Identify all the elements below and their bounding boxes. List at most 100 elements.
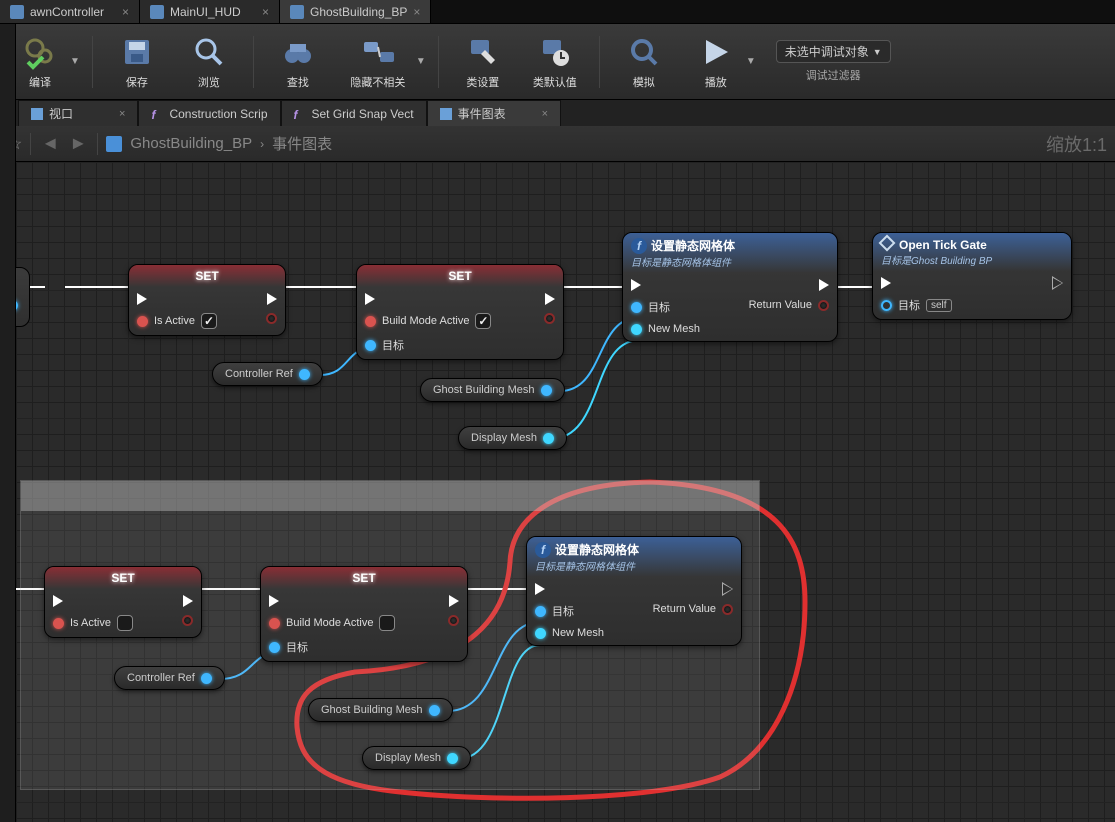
- object-out-pin[interactable]: [447, 753, 458, 764]
- nav-back-button[interactable]: ◄: [39, 133, 61, 155]
- node-set-static-mesh[interactable]: f设置静态网格体 目标是静态网格体组件 目标 New Mesh Return V…: [622, 232, 838, 342]
- chevron-down-icon[interactable]: ▼: [416, 56, 426, 67]
- node-open-tick-gate[interactable]: Open Tick Gate 目标是Ghost Building BP 目标 s…: [872, 232, 1072, 320]
- bool-in-pin[interactable]: [137, 316, 148, 327]
- tab-event-graph[interactable]: 事件图表 ×: [427, 100, 561, 126]
- bool-out-pin[interactable]: [448, 615, 459, 626]
- breadcrumb-blueprint[interactable]: GhostBuilding_BP: [130, 135, 252, 152]
- breadcrumb-graph[interactable]: 事件图表: [272, 133, 332, 154]
- bool-in-pin[interactable]: [53, 618, 64, 629]
- node-title: SET: [129, 265, 285, 287]
- exec-out-pin[interactable]: [449, 595, 459, 607]
- exec-out-pin[interactable]: [1053, 277, 1063, 289]
- tab-set-grid-snap[interactable]: f Set Grid Snap Vect: [281, 100, 427, 126]
- bool-in-pin[interactable]: [269, 618, 280, 629]
- object-in-pin[interactable]: [631, 324, 642, 335]
- simulate-button[interactable]: 模拟: [612, 30, 676, 94]
- exec-out-pin[interactable]: [267, 293, 277, 305]
- close-icon[interactable]: ×: [262, 5, 269, 19]
- class-defaults-button[interactable]: 类默认值: [523, 30, 587, 94]
- variable-ghost-building-mesh-2[interactable]: Ghost Building Mesh: [308, 698, 453, 722]
- object-in-pin[interactable]: [535, 606, 546, 617]
- comment-header[interactable]: [21, 481, 759, 511]
- object-in-pin[interactable]: [631, 302, 642, 313]
- binoculars-icon: [280, 34, 316, 70]
- exec-in-pin[interactable]: [881, 277, 891, 289]
- function-icon: f: [151, 108, 163, 120]
- exec-in-pin[interactable]: [137, 293, 147, 305]
- close-icon[interactable]: ×: [413, 5, 420, 19]
- file-tab-mainui[interactable]: MainUI_HUD ×: [140, 0, 280, 23]
- class-settings-button[interactable]: 类设置: [451, 30, 515, 94]
- node-title-text: Open Tick Gate: [899, 238, 987, 252]
- object-in-pin[interactable]: [535, 628, 546, 639]
- object-out-pin[interactable]: [201, 673, 212, 684]
- tab-viewport[interactable]: 视口 ×: [18, 100, 138, 126]
- browse-button[interactable]: 浏览: [177, 30, 241, 94]
- hide-unrelated-button[interactable]: 隐藏不相关: [338, 30, 418, 94]
- exec-out-pin[interactable]: [545, 293, 555, 305]
- defaults-icon: [537, 34, 573, 70]
- blueprint-graph[interactable]: SET Is Active SET Bu: [0, 162, 1115, 822]
- close-icon[interactable]: ×: [542, 108, 548, 120]
- exec-out-pin[interactable]: [183, 595, 193, 607]
- exec-in-pin[interactable]: [269, 595, 279, 607]
- bool-in-pin[interactable]: [365, 316, 376, 327]
- tool-label: 类设置: [466, 74, 499, 90]
- variable-controller-ref-2[interactable]: Controller Ref: [114, 666, 225, 690]
- object-out-pin[interactable]: [541, 385, 552, 396]
- compile-button[interactable]: 编译: [8, 30, 72, 94]
- find-button[interactable]: 查找: [266, 30, 330, 94]
- variable-ghost-building-mesh[interactable]: Ghost Building Mesh: [420, 378, 565, 402]
- var-label: Display Mesh: [471, 432, 537, 444]
- checkbox-is-active[interactable]: [117, 615, 133, 631]
- chevron-down-icon[interactable]: ▼: [70, 56, 80, 67]
- object-out-pin[interactable]: [543, 433, 554, 444]
- variable-display-mesh[interactable]: Display Mesh: [458, 426, 567, 450]
- close-icon[interactable]: ×: [122, 5, 129, 19]
- file-tab-pawncontroller[interactable]: awnController ×: [0, 0, 140, 23]
- object-out-pin[interactable]: [429, 705, 440, 716]
- exec-in-pin[interactable]: [631, 279, 641, 291]
- pin-label: 目标: [552, 603, 574, 619]
- node-set-build-mode-active[interactable]: SET Build Mode Active 目标: [356, 264, 564, 360]
- pin-label: Is Active: [70, 617, 111, 629]
- object-in-pin[interactable]: [365, 340, 376, 351]
- play-button[interactable]: 播放: [684, 30, 748, 94]
- exec-in-pin[interactable]: [53, 595, 63, 607]
- bool-out-pin[interactable]: [722, 604, 733, 615]
- object-out-pin[interactable]: [299, 369, 310, 380]
- sub-tab-label: Construction Scrip: [169, 107, 267, 121]
- bool-out-pin[interactable]: [266, 313, 277, 324]
- node-set-is-active-2[interactable]: SET Is Active: [44, 566, 202, 638]
- bool-out-pin[interactable]: [818, 300, 829, 311]
- node-title: f设置静态网格体 目标是静态网格体组件: [527, 537, 741, 577]
- exec-in-pin[interactable]: [535, 583, 545, 595]
- exec-out-pin[interactable]: [723, 583, 733, 595]
- file-tab-ghostbuilding[interactable]: GhostBuilding_BP ×: [280, 0, 431, 23]
- graph-icon: [440, 108, 452, 120]
- checkbox-build-mode[interactable]: [379, 615, 395, 631]
- object-in-pin[interactable]: [881, 300, 892, 311]
- tool-label: 保存: [126, 74, 148, 90]
- debug-object-dropdown[interactable]: 未选中调试对象 ▼: [776, 40, 891, 63]
- node-set-static-mesh-2[interactable]: f设置静态网格体 目标是静态网格体组件 目标 New Mesh Return V…: [526, 536, 742, 646]
- exec-in-pin[interactable]: [365, 293, 375, 305]
- tab-construction-script[interactable]: f Construction Scrip: [138, 100, 280, 126]
- node-set-is-active[interactable]: SET Is Active: [128, 264, 286, 336]
- variable-display-mesh-2[interactable]: Display Mesh: [362, 746, 471, 770]
- viewport-icon: [31, 108, 43, 120]
- exec-out-pin[interactable]: [819, 279, 829, 291]
- object-in-pin[interactable]: [269, 642, 280, 653]
- node-set-build-mode-active-2[interactable]: SET Build Mode Active 目标: [260, 566, 468, 662]
- node-title: Open Tick Gate 目标是Ghost Building BP: [873, 233, 1071, 271]
- save-button[interactable]: 保存: [105, 30, 169, 94]
- variable-controller-ref[interactable]: Controller Ref: [212, 362, 323, 386]
- close-icon[interactable]: ×: [119, 108, 125, 120]
- bool-out-pin[interactable]: [182, 615, 193, 626]
- nav-forward-button[interactable]: ►: [67, 133, 89, 155]
- checkbox-is-active[interactable]: [201, 313, 217, 329]
- chevron-down-icon[interactable]: ▼: [746, 56, 756, 67]
- checkbox-build-mode[interactable]: [475, 313, 491, 329]
- bool-out-pin[interactable]: [544, 313, 555, 324]
